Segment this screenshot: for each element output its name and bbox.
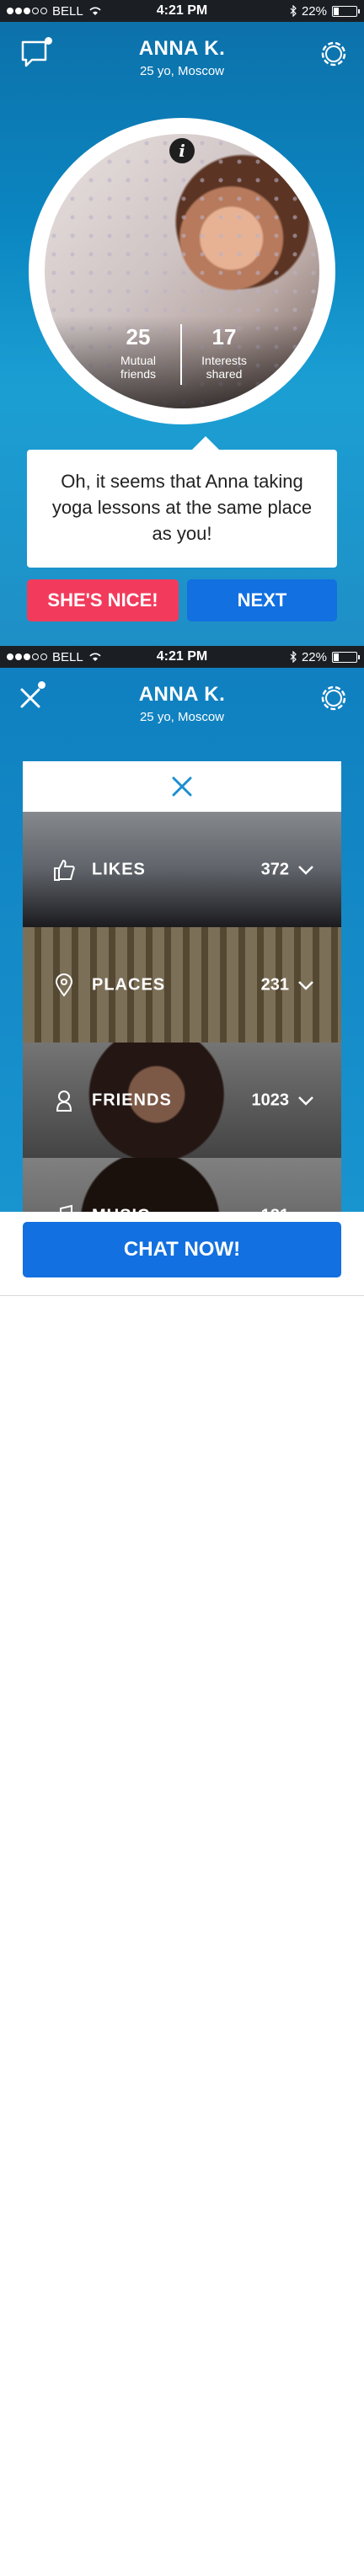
bluetooth-icon xyxy=(290,5,297,17)
info-icon[interactable]: i xyxy=(169,138,195,163)
profile-subtitle: 25 yo, Moscow xyxy=(139,64,225,78)
profile-header: ANNA K. 25 yo, Moscow xyxy=(0,22,364,98)
close-panel-icon[interactable] xyxy=(171,776,193,797)
clock: 4:21 PM xyxy=(156,3,208,18)
stat-label: friends xyxy=(120,367,157,381)
row-label: FRIENDS xyxy=(92,1091,172,1109)
next-button[interactable]: NEXT xyxy=(187,579,337,621)
gear-icon xyxy=(321,685,346,711)
stat-value: 25 xyxy=(126,324,151,349)
wifi-icon xyxy=(89,7,101,15)
profile-name: ANNA K. xyxy=(138,683,226,706)
carrier-label: BELL xyxy=(52,649,83,664)
profile-screen: BELL 4:21 PM 22% ANNA K. 25 yo, Moscow i xyxy=(0,0,364,646)
bluetooth-icon xyxy=(290,651,297,663)
thumbs-up-icon xyxy=(54,859,75,881)
row-count: 372 xyxy=(260,860,289,878)
battery-icon xyxy=(332,5,360,17)
shes-nice-button[interactable]: SHE'S NICE! xyxy=(27,579,179,621)
stats-divider xyxy=(180,324,182,385)
status-bar: BELL 4:21 PM 22% xyxy=(0,0,364,22)
mutual-friends-stat[interactable]: 25 Mutual friends xyxy=(101,324,175,385)
gear-icon xyxy=(321,41,346,67)
profile-stats: 25 Mutual friends 17 Interests shared xyxy=(101,324,261,385)
profile-header: ANNA K. 25 yo, Moscow xyxy=(0,668,364,744)
friends-row[interactable]: FRIENDS 1023 xyxy=(23,1043,341,1158)
match-message: Oh, it seems that Anna taking yoga lesso… xyxy=(51,471,313,544)
panel-close-row xyxy=(23,761,341,812)
clock: 4:21 PM xyxy=(156,649,208,664)
chevron-down-icon xyxy=(298,980,313,990)
stat-label: Mutual xyxy=(120,354,157,367)
stat-label: shared xyxy=(206,367,243,381)
carrier-label: BELL xyxy=(52,3,83,19)
interests-shared-stat[interactable]: 17 Interests shared xyxy=(187,324,261,385)
profile-name: ANNA K. xyxy=(138,37,226,60)
row-label: PLACES xyxy=(92,975,166,994)
stat-label: Interests xyxy=(201,354,247,367)
profile-subtitle: 25 yo, Moscow xyxy=(139,710,225,724)
battery-percent: 22% xyxy=(301,649,327,664)
chevron-down-icon xyxy=(298,1096,313,1106)
notification-dot xyxy=(38,681,46,689)
battery-icon xyxy=(332,651,360,663)
person-icon xyxy=(56,1090,72,1112)
row-count: 231 xyxy=(260,975,289,994)
status-bar: BELL 4:21 PM 22% xyxy=(0,646,364,668)
likes-row[interactable]: LIKES 372 xyxy=(23,812,341,927)
messages-button[interactable] xyxy=(17,35,54,72)
close-profile-button[interactable] xyxy=(12,680,49,717)
signal-strength-icon xyxy=(7,653,47,660)
chevron-down-icon xyxy=(298,865,313,875)
profile-details-screen: BELL 4:21 PM 22% ANNA K. 25 yo, Moscow L… xyxy=(0,646,364,1296)
settings-button[interactable] xyxy=(315,35,352,72)
row-label: LIKES xyxy=(92,860,146,878)
battery-percent: 22% xyxy=(301,3,327,19)
wifi-icon xyxy=(89,653,101,661)
chat-bar: CHAT NOW! xyxy=(0,1212,364,1296)
places-row[interactable]: PLACES 231 xyxy=(23,927,341,1043)
stat-value: 17 xyxy=(211,324,237,349)
location-pin-icon xyxy=(55,973,73,997)
notification-dot xyxy=(45,37,52,45)
settings-button[interactable] xyxy=(315,680,352,717)
chat-now-button[interactable]: CHAT NOW! xyxy=(23,1222,341,1277)
signal-strength-icon xyxy=(7,8,47,14)
close-icon xyxy=(20,688,40,708)
row-count: 1023 xyxy=(251,1091,290,1109)
